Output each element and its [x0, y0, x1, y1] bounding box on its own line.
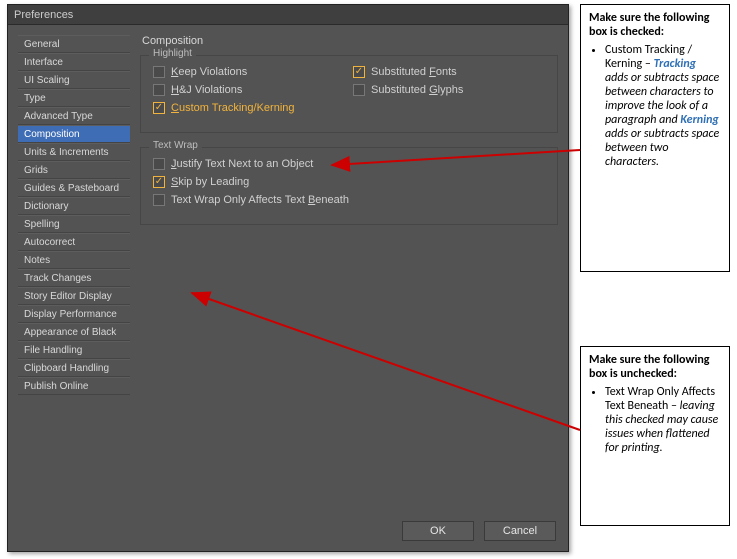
checkbox-custom-tracking-kerning[interactable]: Custom Tracking/Kerning — [153, 102, 295, 114]
sidebar-item-label: Notes — [24, 255, 50, 266]
sidebar-item-units-increments[interactable]: Units & Increments — [18, 143, 130, 161]
sidebar-item-spelling[interactable]: Spelling — [18, 215, 130, 233]
dialog-footer: OK Cancel — [8, 513, 568, 551]
annotation-box-checked: Make sure the following box is checked: … — [580, 4, 730, 272]
ok-button[interactable]: OK — [402, 521, 474, 541]
content-heading: Composition — [140, 35, 558, 47]
label-keep-violations: eep Violations — [178, 66, 247, 78]
sidebar-item-label: Spelling — [24, 219, 60, 230]
checkbox-keep-violations[interactable]: Keep Violations — [153, 66, 313, 78]
sidebar-item-display-performance[interactable]: Display Performance — [18, 305, 130, 323]
sidebar-item-label: Autocorrect — [24, 237, 75, 248]
group-highlight-title: Highlight — [149, 48, 196, 59]
annotation-2-lead: Make sure the following box is unchecked… — [589, 353, 721, 381]
sidebar-item-label: Story Editor Display — [24, 291, 112, 302]
sidebar-item-label: Dictionary — [24, 201, 68, 212]
sidebar-item-clipboard-handling[interactable]: Clipboard Handling — [18, 359, 130, 377]
sidebar-item-label: Type — [24, 93, 46, 104]
checkbox-hj-violations[interactable]: H&J Violations — [153, 84, 313, 96]
annotation-box-unchecked: Make sure the following box is unchecked… — [580, 346, 730, 526]
sidebar-item-label: Appearance of Black — [24, 327, 116, 338]
sidebar-item-label: Display Performance — [24, 309, 117, 320]
sidebar-item-appearance-of-black[interactable]: Appearance of Black — [18, 323, 130, 341]
sidebar-item-label: File Handling — [24, 345, 82, 356]
group-textwrap: Text Wrap Justify Text Next to an Object… — [140, 147, 558, 225]
sidebar-item-notes[interactable]: Notes — [18, 251, 130, 269]
checkbox-justify-next-to-object[interactable]: Justify Text Next to an Object — [153, 158, 313, 170]
sidebar-item-label: Grids — [24, 165, 48, 176]
preferences-dialog: Preferences General Interface UI Scaling Ty… — [7, 4, 569, 552]
group-highlight: Highlight Keep Violations Substituted Fo… — [140, 55, 558, 133]
sidebar-item-label: Track Changes — [24, 273, 91, 284]
annotation-1-item: Custom Tracking / Kerning – Tracking add… — [605, 43, 721, 169]
preferences-sidebar: General Interface UI Scaling Type Advanced T… — [18, 35, 130, 503]
sidebar-item-label: General — [24, 39, 60, 50]
sidebar-item-label: Clipboard Handling — [24, 363, 109, 374]
sidebar-item-label: Guides & Pasteboard — [24, 183, 119, 194]
checkbox-text-wrap-beneath[interactable]: Text Wrap Only Affects Text Beneath — [153, 194, 349, 206]
sidebar-item-type[interactable]: Type — [18, 89, 130, 107]
sidebar-item-grids[interactable]: Grids — [18, 161, 130, 179]
sidebar-item-general[interactable]: General — [18, 35, 130, 53]
preferences-content: Composition Highlight Keep Violations Su… — [140, 35, 558, 503]
sidebar-item-advanced-type[interactable]: Advanced Type — [18, 107, 130, 125]
sidebar-item-label: Advanced Type — [24, 111, 93, 122]
sidebar-item-track-changes[interactable]: Track Changes — [18, 269, 130, 287]
sidebar-item-label: Interface — [24, 57, 63, 68]
sidebar-item-label: Units & Increments — [24, 147, 108, 158]
sidebar-item-composition[interactable]: Composition — [18, 125, 130, 143]
sidebar-item-publish-online[interactable]: Publish Online — [18, 377, 130, 395]
checkbox-skip-by-leading[interactable]: Skip by Leading — [153, 176, 249, 188]
sidebar-item-label: Publish Online — [24, 381, 88, 392]
dialog-title: Preferences — [14, 9, 73, 21]
sidebar-item-ui-scaling[interactable]: UI Scaling — [18, 71, 130, 89]
checkbox-substituted-glyphs[interactable]: Substituted Glyphs — [353, 84, 463, 96]
sidebar-item-dictionary[interactable]: Dictionary — [18, 197, 130, 215]
cancel-button[interactable]: Cancel — [484, 521, 556, 541]
sidebar-item-autocorrect[interactable]: Autocorrect — [18, 233, 130, 251]
checkbox-substituted-fonts[interactable]: Substituted Fonts — [353, 66, 457, 78]
sidebar-item-interface[interactable]: Interface — [18, 53, 130, 71]
sidebar-item-label: UI Scaling — [24, 75, 70, 86]
sidebar-item-label: Composition — [24, 129, 80, 140]
annotation-2-item: Text Wrap Only Affects Text Beneath – le… — [605, 385, 721, 455]
sidebar-item-file-handling[interactable]: File Handling — [18, 341, 130, 359]
annotation-1-lead: Make sure the following box is checked: — [589, 11, 721, 39]
dialog-titlebar: Preferences — [8, 5, 568, 25]
sidebar-item-guides-pasteboard[interactable]: Guides & Pasteboard — [18, 179, 130, 197]
sidebar-item-story-editor-display[interactable]: Story Editor Display — [18, 287, 130, 305]
group-textwrap-title: Text Wrap — [149, 140, 202, 151]
